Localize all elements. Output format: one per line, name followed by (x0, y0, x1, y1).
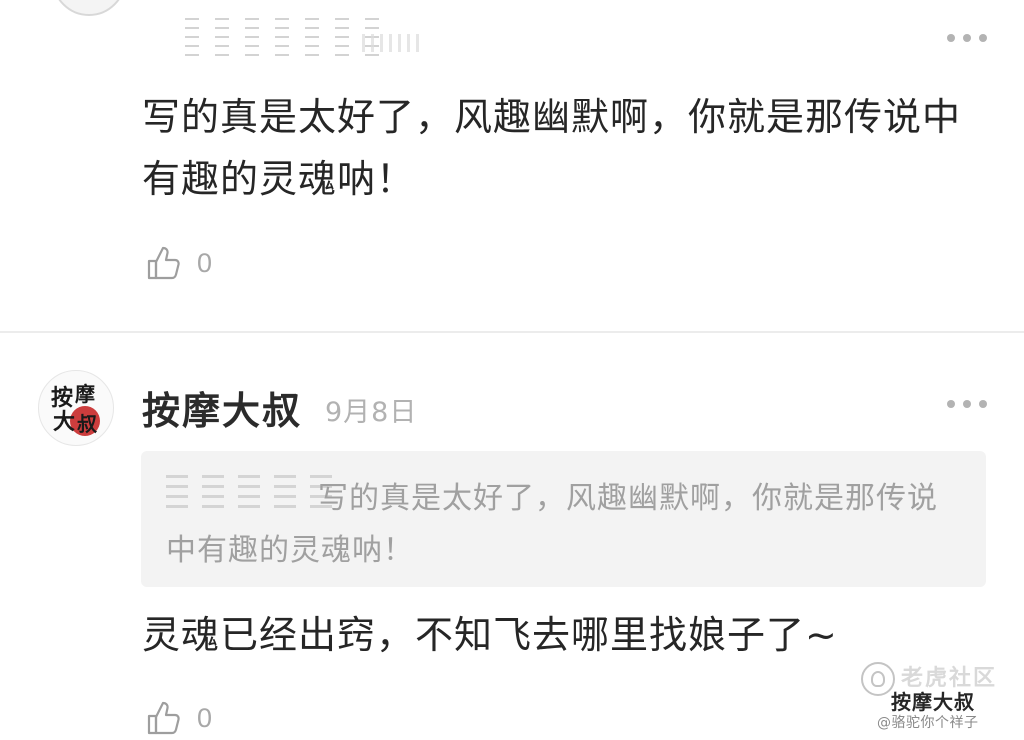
watermark-handle: @骆驼你个祥子 (877, 715, 979, 731)
divider (0, 331, 1024, 333)
more-options-button[interactable] (947, 394, 987, 414)
calligraphy-avatar-image: 按 摩 大 叔 (51, 382, 100, 436)
like-button[interactable]: 0 (145, 244, 212, 282)
author-name[interactable]: 按摩大叔 (142, 380, 302, 435)
avatar[interactable] (52, 0, 126, 16)
like-count: 0 (197, 702, 213, 733)
svg-text:按: 按 (51, 385, 73, 411)
comment-text: 灵魂已经出窍，不知飞去哪里找娘子了~ (142, 613, 838, 657)
like-button[interactable]: 0 (145, 699, 212, 737)
quoted-comment[interactable]: 写的真是太好了，风趣幽默啊，你就是那传说中有趣的灵魂呐！ (141, 451, 986, 587)
wechat-icon (861, 662, 895, 696)
comment-thread: 写的真是太好了，风趣幽默啊，你就是那传说中有趣的灵魂呐！ 0 按 摩 大 叔 按… (0, 0, 1024, 740)
comment-item: 写的真是太好了，风趣幽默啊，你就是那传说中有趣的灵魂呐！ 0 (0, 0, 1024, 332)
watermark-account: 按摩大叔 (891, 690, 975, 714)
svg-text:大: 大 (53, 409, 75, 435)
svg-text:叔: 叔 (77, 412, 98, 436)
thumbs-up-icon (147, 701, 180, 735)
avatar[interactable]: 按 摩 大 叔 (38, 370, 114, 446)
blurred-username (185, 18, 379, 56)
watermark: 老虎社区 按摩大叔 @骆驼你个祥子 (855, 656, 1020, 736)
ellipsis-icon (947, 34, 955, 42)
comment-text: 写的真是太好了，风趣幽默啊，你就是那传说中有趣的灵魂呐！ (142, 95, 962, 201)
blurred-date (362, 34, 420, 52)
quoted-text: 写的真是太好了，风趣幽默啊，你就是那传说中有趣的灵魂呐！ (166, 481, 938, 568)
like-count: 0 (197, 247, 213, 278)
svg-text:摩: 摩 (75, 382, 95, 406)
more-options-button[interactable] (947, 28, 987, 48)
comment-date: 9月8日 (325, 397, 418, 428)
ellipsis-icon (947, 400, 955, 408)
thumbs-up-icon (147, 246, 180, 280)
